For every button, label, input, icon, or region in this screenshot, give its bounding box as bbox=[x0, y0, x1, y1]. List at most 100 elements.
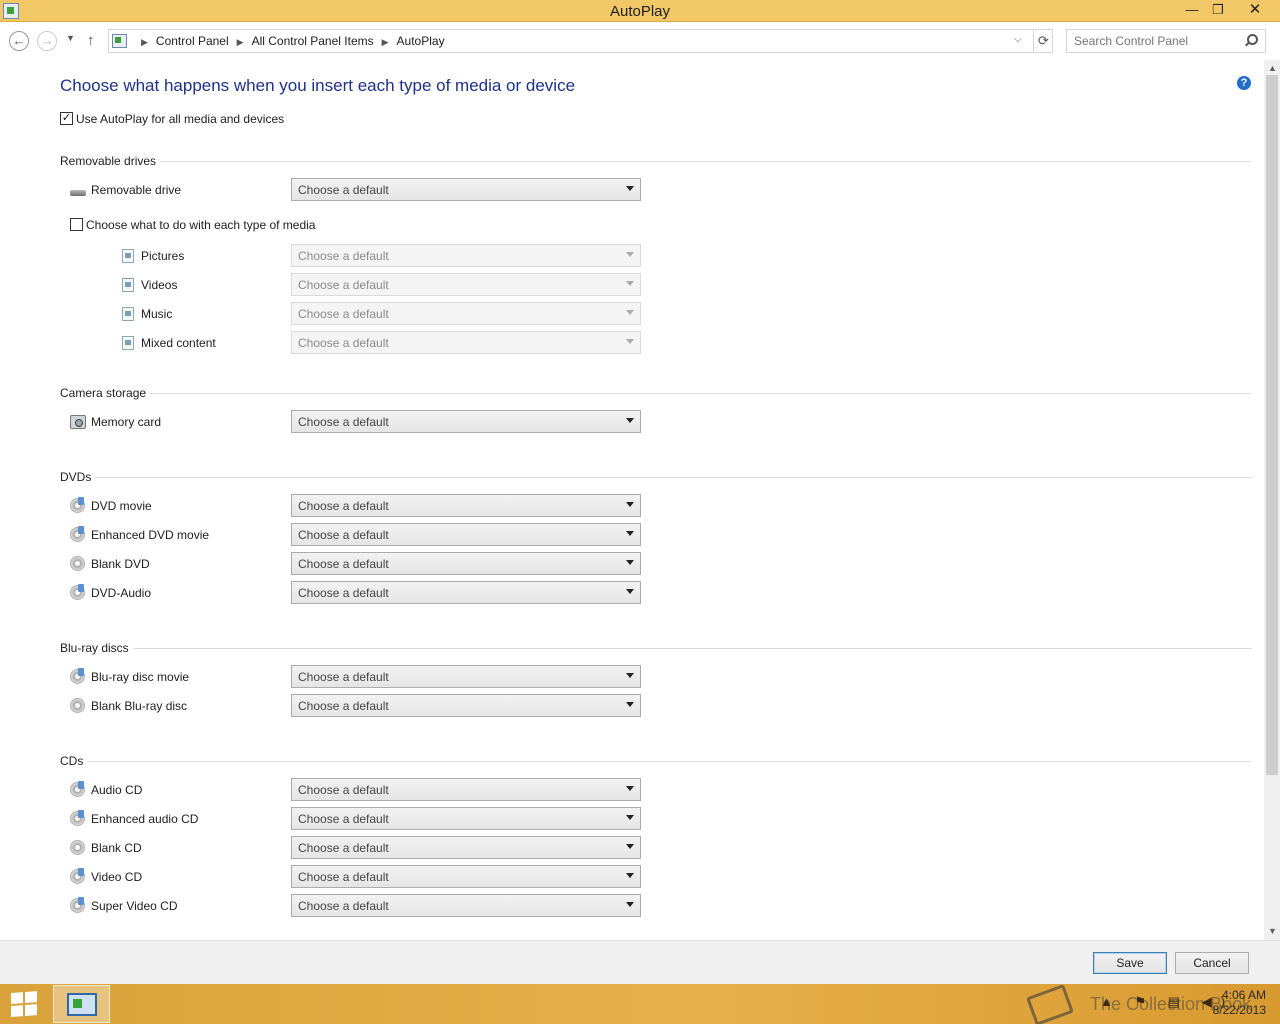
title-bar: AutoPlay — ❐ ✕ bbox=[0, 0, 1280, 22]
videos-icon bbox=[122, 278, 134, 292]
control-panel-icon bbox=[112, 34, 127, 48]
address-dropdown-button[interactable]: ⌵ bbox=[1014, 34, 1022, 45]
enhanced-audio-cd-label: Enhanced audio CD bbox=[91, 812, 199, 826]
super-video-cd-icon bbox=[70, 897, 85, 913]
chevron-down-icon bbox=[626, 560, 634, 565]
up-button[interactable]: ↑ bbox=[87, 32, 95, 49]
back-button[interactable]: ← bbox=[9, 31, 29, 51]
address-bar[interactable]: ▶ Control Panel ▶ All Control Panel Items ▶ A… bbox=[108, 29, 1053, 53]
memory-card-icon bbox=[70, 415, 86, 429]
restore-button[interactable]: ❐ bbox=[1204, 0, 1232, 20]
section-title-bluray-discs: Blu-ray discs bbox=[60, 641, 133, 655]
blank-cd-icon bbox=[70, 840, 85, 855]
minimize-button[interactable]: — bbox=[1178, 0, 1206, 20]
recent-locations-button[interactable]: ▼ bbox=[66, 33, 75, 43]
breadcrumb-separator[interactable]: ▶ bbox=[141, 37, 148, 47]
videos-select[interactable]: Choose a default bbox=[291, 273, 641, 296]
dvd-audio-icon bbox=[70, 584, 85, 600]
each-media-type-checkbox[interactable] bbox=[70, 218, 83, 231]
bluray-movie-select[interactable]: Choose a default bbox=[291, 665, 641, 688]
scrollbar-thumb[interactable] bbox=[1266, 75, 1278, 775]
select-value: Choose a default bbox=[298, 415, 389, 429]
pictures-select[interactable]: Choose a default bbox=[291, 244, 641, 267]
select-value: Choose a default bbox=[298, 899, 389, 913]
refresh-button[interactable]: ⟳ bbox=[1033, 30, 1053, 52]
chevron-down-icon bbox=[626, 673, 634, 678]
search-icon[interactable] bbox=[1247, 34, 1258, 45]
chevron-down-icon bbox=[626, 502, 634, 507]
help-icon[interactable]: ? bbox=[1237, 76, 1251, 90]
removable-drive-select[interactable]: Choose a default bbox=[291, 178, 641, 201]
select-value: Choose a default bbox=[298, 183, 389, 197]
select-value: Choose a default bbox=[298, 528, 389, 542]
search-input[interactable] bbox=[1067, 30, 1237, 52]
breadcrumb-autoplay[interactable]: AutoPlay bbox=[397, 34, 445, 48]
vertical-scrollbar[interactable]: ▲ ▼ bbox=[1264, 60, 1280, 940]
use-autoplay-checkbox[interactable]: ✓ bbox=[60, 112, 73, 125]
breadcrumb-control-panel[interactable]: Control Panel bbox=[156, 34, 229, 48]
navigation-bar: ← → ▼ ↑ ▶ Control Panel ▶ All Control Panel… bbox=[0, 23, 1280, 59]
super-video-cd-select[interactable]: Choose a default bbox=[291, 894, 641, 917]
dvd-movie-label: DVD movie bbox=[91, 499, 152, 513]
use-autoplay-label[interactable]: Use AutoPlay for all media and devices bbox=[76, 112, 284, 126]
breadcrumb-separator[interactable]: ▶ bbox=[237, 37, 244, 47]
mixed-content-label: Mixed content bbox=[141, 336, 216, 350]
video-cd-select[interactable]: Choose a default bbox=[291, 865, 641, 888]
memory-card-select[interactable]: Choose a default bbox=[291, 410, 641, 433]
windows-start-icon[interactable] bbox=[11, 991, 39, 1018]
select-value: Choose a default bbox=[298, 783, 389, 797]
breadcrumb-all-items[interactable]: All Control Panel Items bbox=[252, 34, 374, 48]
clock[interactable]: 4:06 AM 8/22/2013 bbox=[1196, 988, 1266, 1018]
select-value: Choose a default bbox=[298, 249, 389, 263]
cancel-button[interactable]: Cancel bbox=[1175, 952, 1249, 974]
breadcrumb-separator[interactable]: ▶ bbox=[382, 37, 389, 47]
chevron-down-icon bbox=[626, 531, 634, 536]
section-divider bbox=[60, 761, 1252, 762]
section-divider bbox=[60, 477, 1252, 478]
enhanced-dvd-movie-select[interactable]: Choose a default bbox=[291, 523, 641, 546]
blank-bluray-icon bbox=[70, 698, 85, 713]
taskbar-control-panel[interactable] bbox=[53, 985, 110, 1023]
blank-bluray-label: Blank Blu-ray disc bbox=[91, 699, 188, 713]
section-title-camera-storage: Camera storage bbox=[60, 386, 151, 400]
blank-bluray-select[interactable]: Choose a default bbox=[291, 694, 641, 717]
enhanced-audio-cd-select[interactable]: Choose a default bbox=[291, 807, 641, 830]
save-button[interactable]: Save bbox=[1093, 952, 1167, 974]
control-panel-icon bbox=[67, 993, 97, 1016]
videos-label: Videos bbox=[141, 278, 178, 292]
music-select[interactable]: Choose a default bbox=[291, 302, 641, 325]
close-button[interactable]: ✕ bbox=[1240, 0, 1270, 20]
dvd-movie-select[interactable]: Choose a default bbox=[291, 494, 641, 517]
each-media-type-label[interactable]: Choose what to do with each type of medi… bbox=[86, 218, 315, 232]
chevron-down-icon bbox=[626, 186, 634, 191]
section-title-removable-drives: Removable drives bbox=[60, 154, 161, 168]
removable-drive-label: Removable drive bbox=[91, 183, 182, 197]
taskbar: The Collection Book ▲ ⚑ ▤ ◀) 4:06 AM 8/2… bbox=[0, 984, 1280, 1024]
dvd-audio-label: DVD-Audio bbox=[91, 586, 152, 600]
search-box[interactable] bbox=[1066, 29, 1266, 53]
select-value: Choose a default bbox=[298, 278, 389, 292]
blank-cd-select[interactable]: Choose a default bbox=[291, 836, 641, 859]
video-cd-icon bbox=[70, 868, 85, 884]
dvd-audio-select[interactable]: Choose a default bbox=[291, 581, 641, 604]
chevron-down-icon bbox=[626, 589, 634, 594]
chevron-down-icon bbox=[626, 339, 634, 344]
bluray-movie-label: Blu-ray disc movie bbox=[91, 670, 190, 684]
removable-drive-icon bbox=[70, 190, 86, 196]
audio-cd-label: Audio CD bbox=[91, 783, 143, 797]
select-value: Choose a default bbox=[298, 870, 389, 884]
dvd-movie-icon bbox=[70, 497, 85, 513]
chevron-down-icon bbox=[626, 844, 634, 849]
blank-dvd-select[interactable]: Choose a default bbox=[291, 552, 641, 575]
audio-cd-select[interactable]: Choose a default bbox=[291, 778, 641, 801]
forward-button[interactable]: → bbox=[37, 31, 57, 51]
enhanced-audio-cd-icon bbox=[70, 810, 85, 826]
mixed-content-select[interactable]: Choose a default bbox=[291, 331, 641, 354]
scroll-up-button[interactable]: ▲ bbox=[1268, 63, 1277, 73]
music-label: Music bbox=[141, 307, 173, 321]
pictures-icon bbox=[122, 249, 134, 263]
chevron-down-icon bbox=[626, 702, 634, 707]
section-divider bbox=[60, 393, 1252, 394]
scroll-down-button[interactable]: ▼ bbox=[1268, 926, 1277, 936]
chevron-down-icon bbox=[626, 873, 634, 878]
